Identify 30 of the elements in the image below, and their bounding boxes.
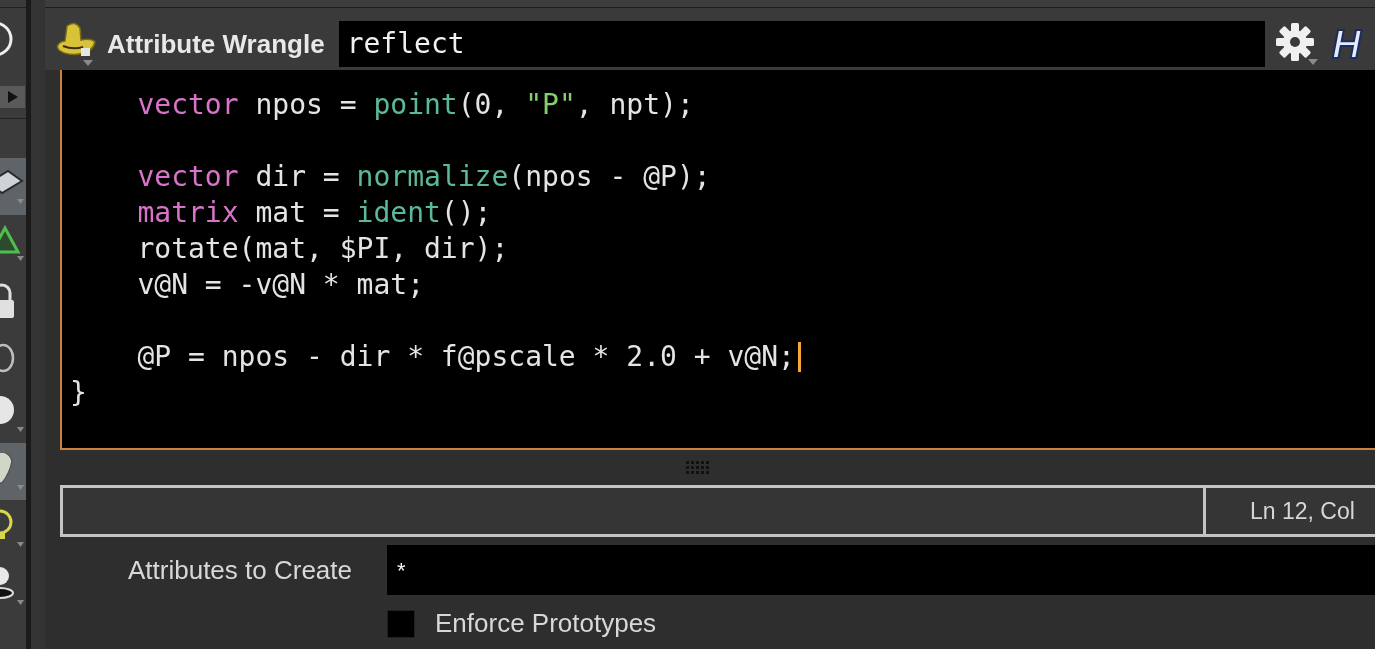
sphere-icon <box>0 396 24 433</box>
code-editor[interactable]: vector npos = point(0, "P", npt); vector dir = normalize(npos - @P); matrix mat = ident(); rotate(mat, $PI, dir); v@N = -v@N * mat; @P = npos - dir * f@pscale * 2.0 + v@N; } <box>60 70 1375 450</box>
help-icon[interactable] <box>0 19 14 59</box>
code-line: vector dir = normalize(npos - @P); <box>137 159 711 195</box>
play-icon <box>7 91 18 103</box>
lock-icon <box>0 282 15 319</box>
cursor-position: Ln 12, Col <box>1250 496 1355 526</box>
checkbox-label: Enforce Prototypes <box>435 607 657 640</box>
bulb-icon <box>0 509 24 548</box>
code-line: matrix mat = ident(); <box>137 195 492 231</box>
play-button[interactable] <box>0 86 25 108</box>
text-field[interactable]: * <box>387 545 1375 595</box>
lamp-icon <box>0 565 24 606</box>
code-line: vector npos = point(0, "P", npt); <box>137 87 694 123</box>
loop-icon <box>0 342 15 373</box>
help-button[interactable]: H <box>1332 24 1375 64</box>
checkbox[interactable] <box>387 609 415 638</box>
node-name-field[interactable]: reflect <box>338 21 1265 67</box>
pin-icon <box>0 452 24 491</box>
code-line: @P = npos - dir * f@pscale * 2.0 + v@N; <box>137 339 795 375</box>
triangle-icon <box>0 225 24 262</box>
code-line: } <box>70 375 87 411</box>
param-label: Attributes to Create <box>127 553 352 587</box>
grip-icon[interactable] <box>686 460 710 475</box>
code-line: v@N = -v@N * mat; <box>137 267 424 303</box>
settings-icon[interactable] <box>1275 21 1319 67</box>
node-type-label: Attribute Wrangle <box>107 27 325 61</box>
box-icon <box>0 168 24 205</box>
tool-button[interactable] <box>0 158 26 215</box>
code-line: rotate(mat, $PI, dir); <box>137 231 509 267</box>
